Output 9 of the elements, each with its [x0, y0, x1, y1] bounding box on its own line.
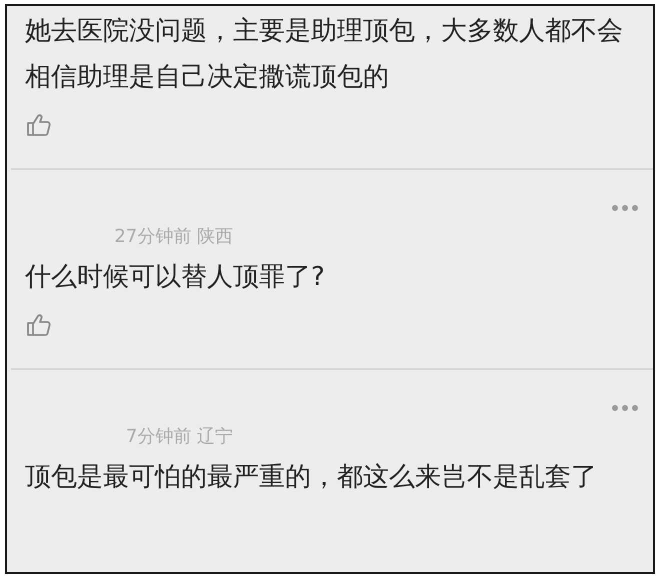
thumbs-up-icon[interactable] [25, 112, 51, 138]
comment-text: 什么时候可以替人顶罪了? [25, 261, 326, 294]
comment-meta: 7分钟前 辽宁 [124, 425, 233, 448]
more-icon[interactable] [611, 404, 639, 412]
comment-text: 顶包是最可怕的最严重的，都这么来岂不是乱套了 [25, 461, 598, 494]
more-icon[interactable] [611, 204, 639, 212]
thumbs-up-icon[interactable] [25, 312, 51, 338]
comment-text: 她去医院没问题，主要是助理顶包，大多数人都不会相信助理是自己决定撒谎顶包的 [25, 15, 624, 94]
comment-meta: 27分钟前 陕西 [113, 225, 233, 248]
